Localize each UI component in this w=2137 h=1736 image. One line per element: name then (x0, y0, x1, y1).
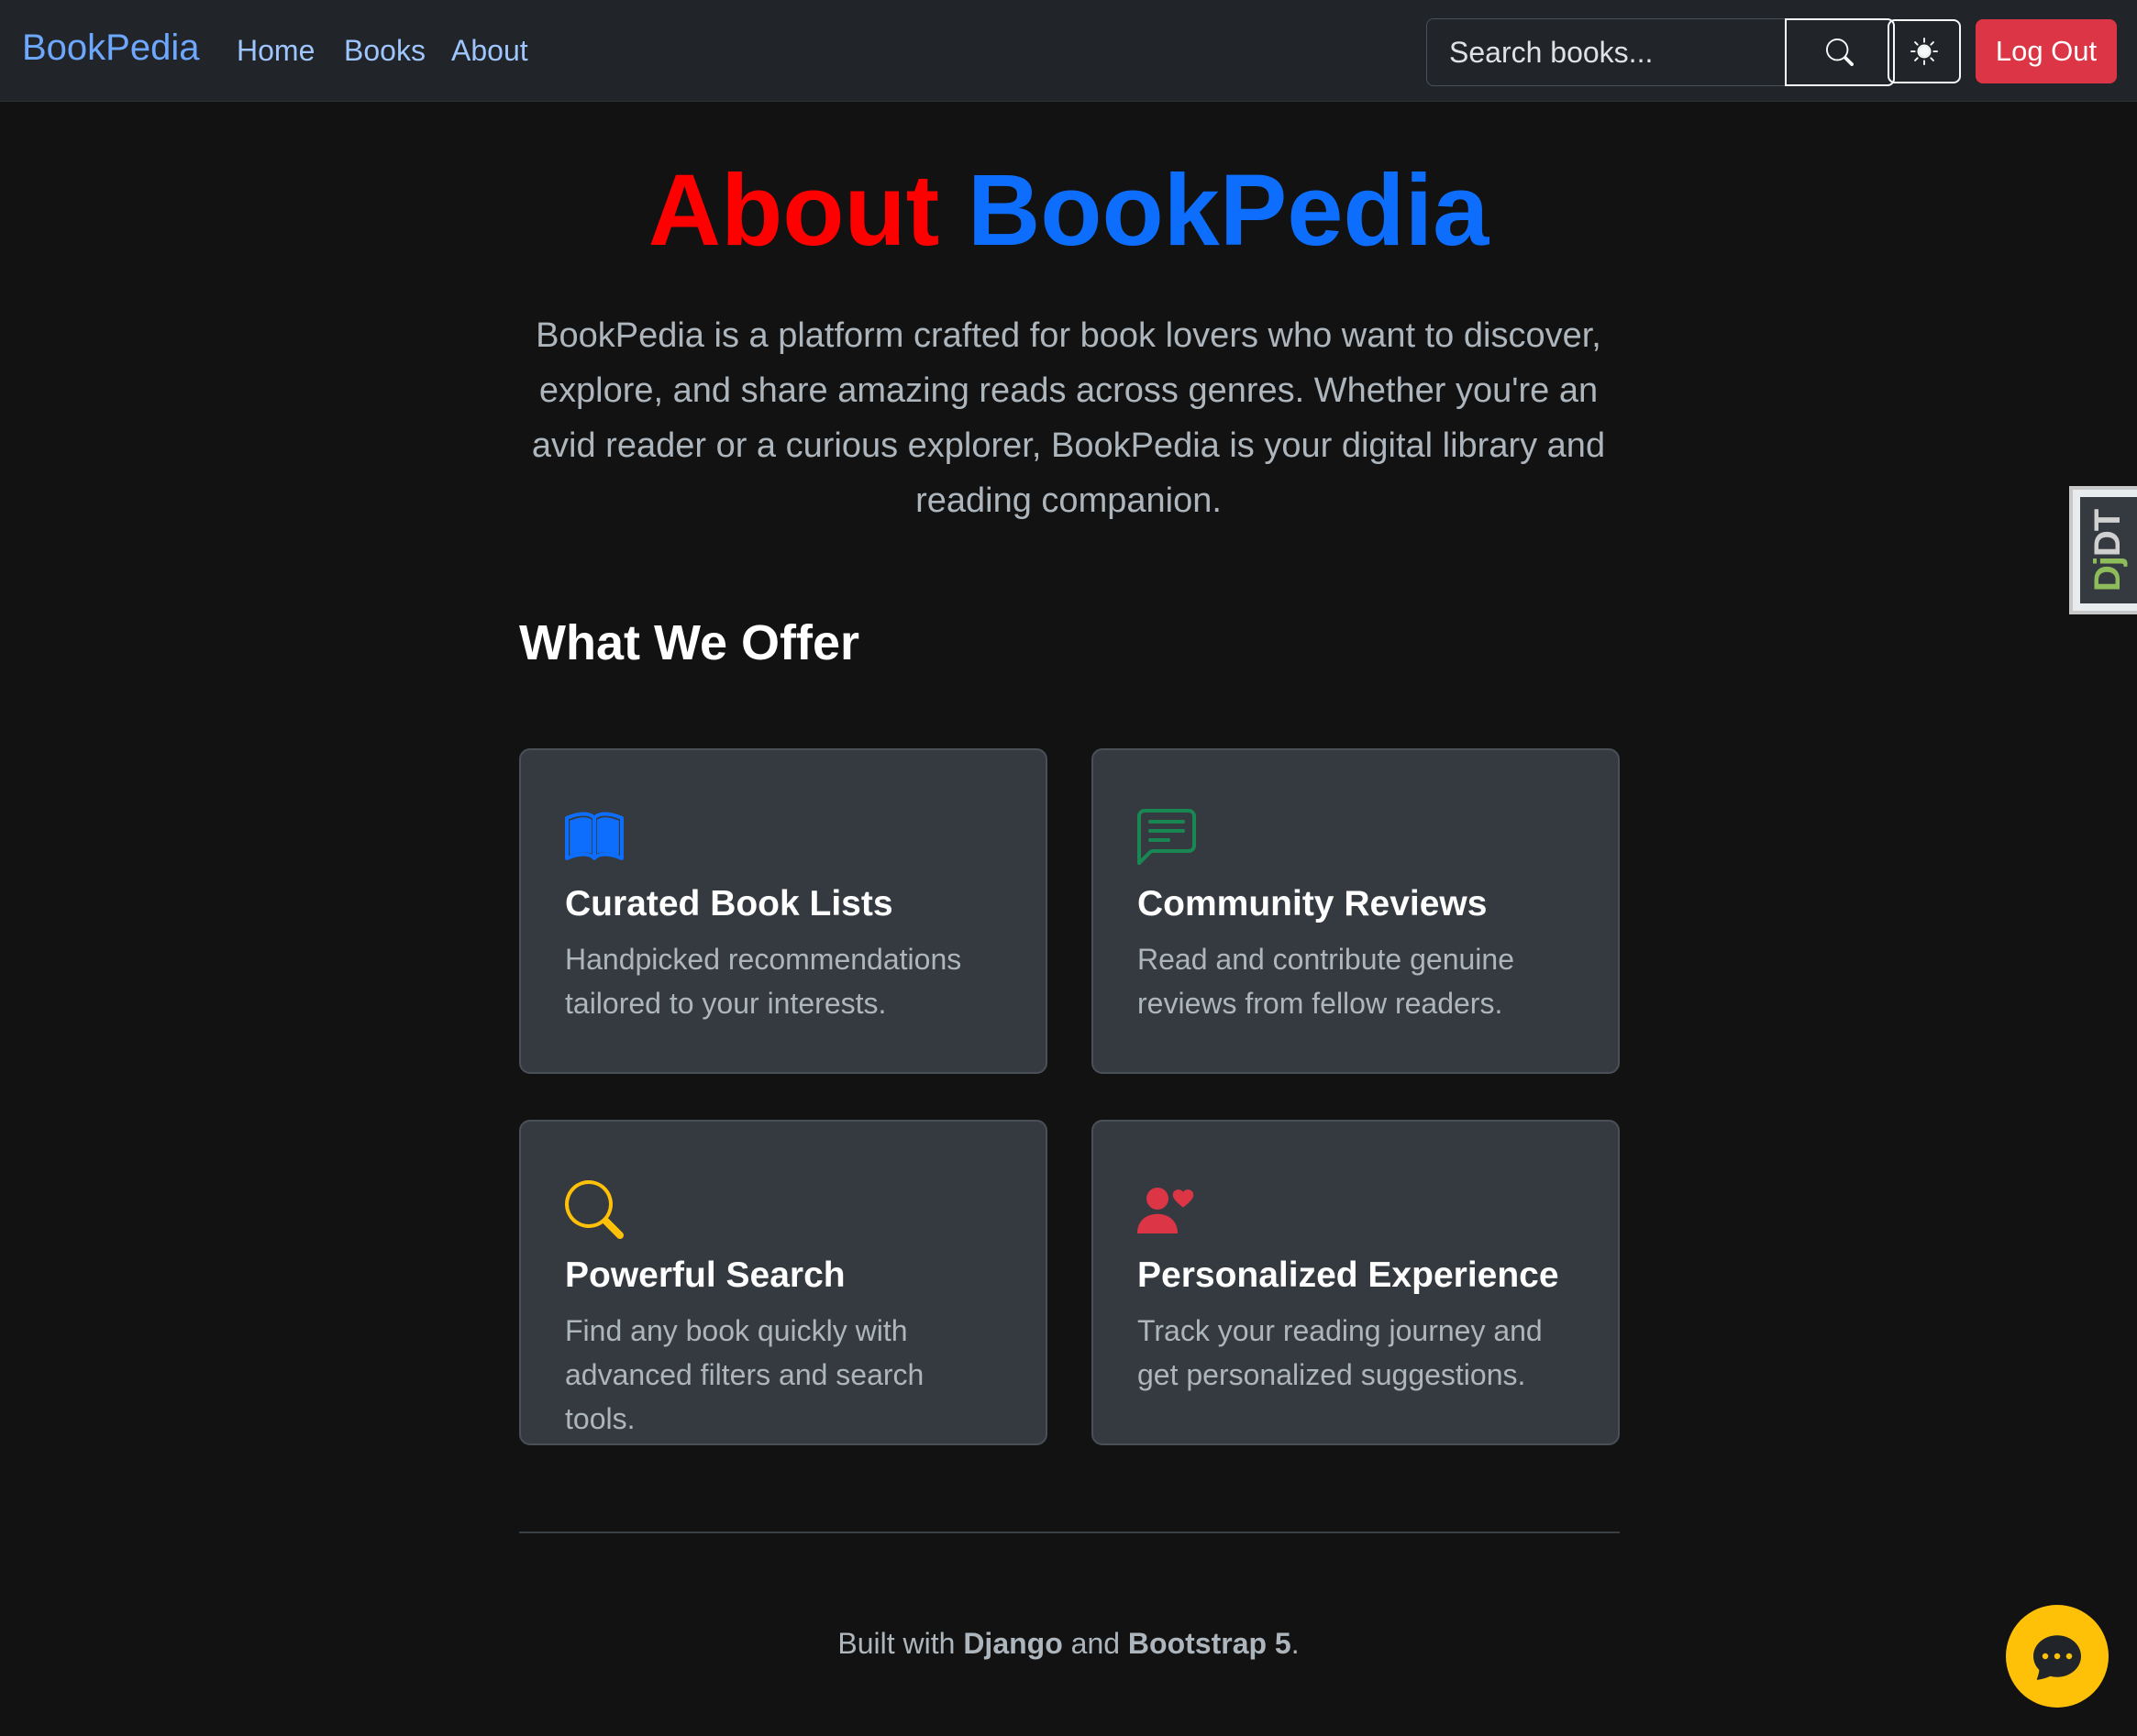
debug-toolbar-dj: Dj (2087, 556, 2129, 592)
footer: Built with Django and Bootstrap 5. (0, 1627, 2137, 1661)
search-input[interactable] (1426, 18, 1786, 86)
feature-card-text: Track your reading journey and get perso… (1137, 1314, 1543, 1391)
footer-django: Django (963, 1627, 1063, 1660)
search-icon (1826, 39, 1854, 66)
feature-card-text: Find any book quickly with advanced filt… (565, 1314, 925, 1435)
footer-and: and (1070, 1627, 1121, 1660)
page-title-brand: BookPedia (967, 154, 1489, 267)
feature-card-search: Powerful Search Find any book quickly wi… (519, 1120, 1047, 1445)
chat-dots-icon (2033, 1635, 2081, 1680)
person-heart-icon (1137, 1180, 1574, 1239)
feature-card-title: Powerful Search (565, 1255, 846, 1295)
theme-toggle-button[interactable] (1888, 19, 1961, 83)
chat-button[interactable] (2006, 1605, 2109, 1708)
section-title: What We Offer (519, 615, 860, 670)
nav-link-about[interactable]: About (451, 34, 528, 68)
footer-suffix: . (1290, 1627, 1300, 1660)
feature-card-title: Curated Book Lists (565, 884, 893, 923)
navbar: BookPedia Home Books About Log Out (0, 0, 2137, 102)
feature-card-curated: Curated Book Lists Handpicked recommenda… (519, 748, 1047, 1074)
feature-card-title: Community Reviews (1137, 884, 1488, 923)
logout-button[interactable]: Log Out (1976, 19, 2117, 83)
nav-link-books[interactable]: Books (344, 34, 426, 68)
footer-prefix: Built with (837, 1627, 956, 1660)
search-button[interactable] (1785, 18, 1895, 86)
sun-icon (1910, 38, 1938, 65)
feature-card-personalized: Personalized Experience Track your readi… (1091, 1120, 1620, 1445)
feature-card-title: Personalized Experience (1137, 1255, 1559, 1295)
intro-paragraph: BookPedia is a platform crafted for book… (531, 316, 1606, 520)
nav-link-home[interactable]: Home (237, 34, 315, 68)
footer-bootstrap: Bootstrap 5 (1127, 1627, 1291, 1660)
debug-toolbar-label: DjDT (2080, 497, 2137, 603)
search-icon (565, 1180, 1002, 1239)
chat-square-text-icon (1137, 809, 1574, 868)
page-title-about: About (648, 154, 940, 267)
debug-toolbar-dt: DT (2087, 509, 2129, 557)
debug-toolbar-handle[interactable]: DjDT (2069, 486, 2137, 614)
feature-card-text: Handpicked recommendations tailored to y… (565, 943, 962, 1020)
page-title: About BookPedia (0, 147, 2137, 275)
brand-link[interactable]: BookPedia (22, 28, 199, 69)
feature-card-text: Read and contribute genuine reviews from… (1137, 943, 1514, 1020)
feature-card-reviews: Community Reviews Read and contribute ge… (1091, 748, 1620, 1074)
divider (519, 1531, 1620, 1533)
book-icon (565, 809, 1002, 868)
